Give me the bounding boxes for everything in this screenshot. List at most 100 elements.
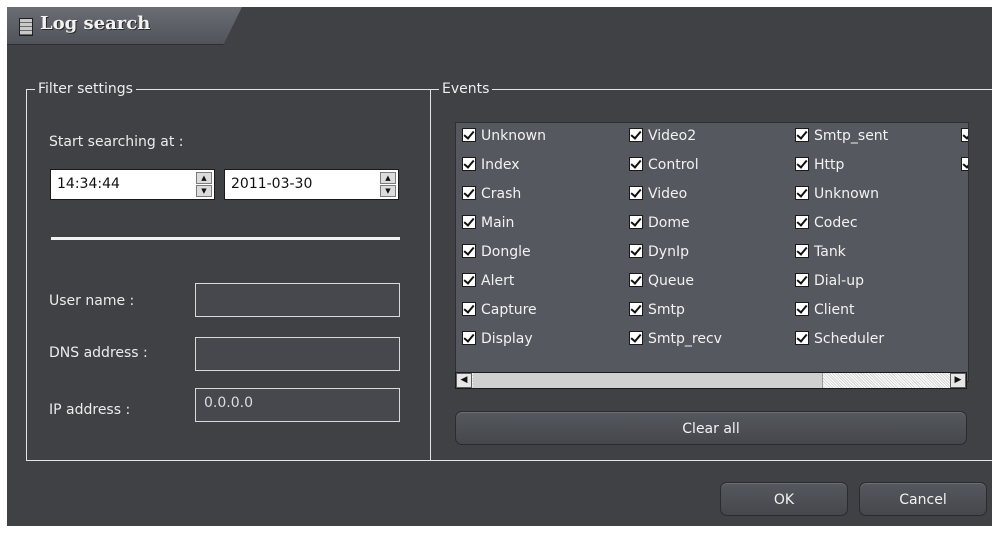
event-checkbox[interactable]: Smtp_sent (795, 128, 888, 150)
dns-address-field[interactable] (195, 337, 400, 371)
checkmark-icon[interactable] (462, 215, 476, 229)
start-searching-label: Start searching at : (49, 134, 184, 150)
event-checkbox[interactable]: Crash (462, 186, 521, 208)
event-label: Dome (648, 215, 690, 231)
time-up-arrow-icon[interactable]: ▲ (196, 172, 212, 184)
checkmark-icon[interactable] (795, 215, 809, 229)
date-spinner[interactable]: 2011-03-30 ▲ ▼ (224, 169, 399, 200)
event-label: Dial-up (814, 273, 864, 289)
event-label: Video (648, 186, 688, 202)
checkmark-icon[interactable] (795, 273, 809, 287)
checkmark-icon[interactable] (462, 128, 476, 142)
checkmark-icon[interactable] (462, 186, 476, 200)
event-checkbox[interactable]: Http (795, 157, 844, 179)
checkmark-icon[interactable] (462, 244, 476, 258)
scroll-right-arrow-icon[interactable]: ▶ (950, 373, 966, 388)
event-checkbox-partial[interactable] (961, 157, 968, 179)
event-label: Queue (648, 273, 694, 289)
event-label: Capture (481, 302, 537, 318)
event-label: Codec (814, 215, 858, 231)
event-label: Dongle (481, 244, 531, 260)
event-label: Crash (481, 186, 522, 202)
checkmark-icon[interactable] (795, 331, 809, 345)
log-search-dialog: Log search Filter settings Start searchi… (7, 7, 992, 526)
user-name-field[interactable] (195, 283, 400, 317)
event-checkbox[interactable]: Video2 (629, 128, 696, 150)
event-checkbox[interactable]: Scheduler (795, 331, 884, 353)
checkmark-icon[interactable] (629, 302, 643, 316)
horizontal-scrollbar[interactable]: ◀ ▶ (455, 372, 967, 389)
date-down-arrow-icon[interactable]: ▼ (380, 185, 396, 197)
event-checkbox-partial[interactable] (961, 128, 968, 150)
event-checkbox[interactable]: Dongle (462, 244, 531, 266)
checkmark-icon[interactable] (629, 331, 643, 345)
checkmark-icon[interactable] (629, 157, 643, 171)
event-checkbox[interactable]: Control (629, 157, 699, 179)
event-checkbox[interactable]: Dome (629, 215, 690, 237)
checkmark-icon[interactable] (795, 244, 809, 258)
event-checkbox[interactable]: Alert (462, 273, 514, 295)
event-label: Unknown (814, 186, 879, 202)
event-checkbox[interactable]: Video (629, 186, 687, 208)
event-label: Unknown (481, 128, 546, 144)
event-checkbox[interactable]: Smtp (629, 302, 685, 324)
checkmark-icon[interactable] (462, 157, 476, 171)
event-label: Control (648, 157, 699, 173)
checkmark-icon[interactable] (795, 186, 809, 200)
time-spinner[interactable]: 14:34:44 ▲ ▼ (50, 169, 215, 200)
events-group: Events Unknown Index Crash Main Dongle A… (430, 80, 992, 461)
event-label: Main (481, 215, 515, 231)
events-label: Events (439, 80, 493, 98)
event-checkbox[interactable]: Smtp_recv (629, 331, 722, 353)
event-checkbox[interactable]: Codec (795, 215, 858, 237)
checkmark-icon[interactable] (629, 128, 643, 142)
checkmark-icon[interactable] (462, 302, 476, 316)
date-value: 2011-03-30 (231, 176, 313, 192)
event-label: DynIp (648, 244, 689, 260)
time-down-arrow-icon[interactable]: ▼ (196, 185, 212, 197)
event-checkbox[interactable]: DynIp (629, 244, 689, 266)
filter-settings-label: Filter settings (35, 80, 136, 98)
checkmark-icon[interactable] (629, 186, 643, 200)
cancel-button[interactable]: Cancel (859, 482, 987, 516)
event-label: Client (814, 302, 855, 318)
event-checkbox[interactable]: Client (795, 302, 855, 324)
events-checklist[interactable]: Unknown Index Crash Main Dongle Alert Ca… (455, 122, 969, 382)
event-checkbox[interactable]: Display (462, 331, 533, 353)
checkmark-icon[interactable] (462, 273, 476, 287)
event-label: Video2 (648, 128, 697, 144)
ip-address-field[interactable]: 0.0.0.0 (195, 388, 400, 422)
checkmark-icon[interactable] (961, 128, 968, 142)
checkmark-icon[interactable] (795, 157, 809, 171)
scroll-left-arrow-icon[interactable]: ◀ (456, 373, 472, 388)
event-checkbox[interactable]: Unknown (462, 128, 546, 150)
filter-settings-group: Filter settings Start searching at : 14:… (26, 80, 431, 461)
ip-address-label: IP address : (49, 402, 131, 418)
event-label: Http (814, 157, 845, 173)
checkmark-icon[interactable] (462, 331, 476, 345)
document-icon (19, 18, 33, 36)
event-checkbox[interactable]: Index (462, 157, 520, 179)
date-up-arrow-icon[interactable]: ▲ (380, 172, 396, 184)
event-checkbox[interactable]: Dial-up (795, 273, 864, 295)
scrollbar-thumb[interactable] (473, 373, 823, 388)
checkmark-icon[interactable] (795, 128, 809, 142)
event-checkbox[interactable]: Tank (795, 244, 846, 266)
event-label: Alert (481, 273, 515, 289)
event-label: Scheduler (814, 331, 885, 347)
checkmark-icon[interactable] (795, 302, 809, 316)
event-checkbox[interactable]: Unknown (795, 186, 879, 208)
clear-all-button[interactable]: Clear all (455, 411, 967, 445)
title-tab: Log search (7, 7, 242, 45)
ok-button[interactable]: OK (720, 482, 848, 516)
checkmark-icon[interactable] (629, 215, 643, 229)
checkmark-icon[interactable] (961, 157, 968, 171)
user-name-label: User name : (49, 293, 135, 309)
separator-line (51, 237, 400, 240)
event-label: Smtp_recv (648, 331, 722, 347)
checkmark-icon[interactable] (629, 273, 643, 287)
event-checkbox[interactable]: Capture (462, 302, 537, 324)
checkmark-icon[interactable] (629, 244, 643, 258)
event-checkbox[interactable]: Main (462, 215, 514, 237)
event-checkbox[interactable]: Queue (629, 273, 694, 295)
